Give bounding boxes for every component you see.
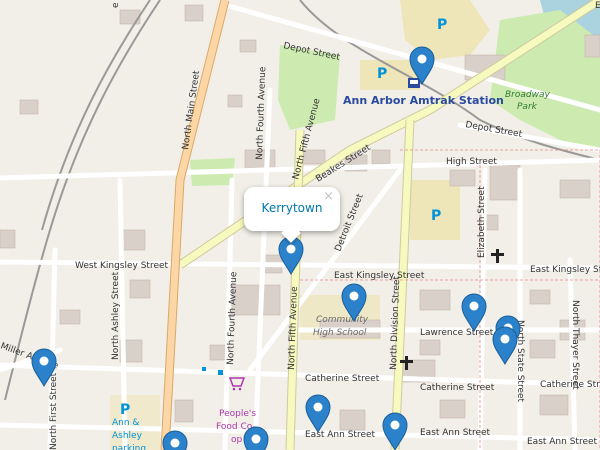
bottom-marker-1[interactable] bbox=[243, 426, 269, 450]
label-edge-left: e bbox=[111, 2, 121, 8]
parking-icon: P bbox=[437, 17, 447, 33]
label-ann-ashley-1: Ann & bbox=[112, 418, 139, 428]
label-food-coop-1: People's bbox=[219, 409, 256, 419]
label-catherine-1: Catherine Street bbox=[305, 374, 380, 384]
label-north-first: North First Street bbox=[49, 372, 59, 450]
label-ann-ashley-3: parking bbox=[112, 444, 146, 450]
bus-stop-icon bbox=[202, 367, 206, 371]
label-amtrak-station: Ann Arbor Amtrak Station bbox=[343, 94, 504, 107]
label-east-kingsley: East Kingsley Street bbox=[334, 271, 425, 281]
label-west-kingsley: West Kingsley Street bbox=[75, 261, 169, 271]
label-north-thayer: North Thayer Street bbox=[570, 300, 580, 390]
label-ann-ashley-2: Ashley bbox=[112, 431, 143, 441]
label-catherine-2: Catherine Street bbox=[420, 383, 495, 393]
popup-close-button[interactable]: × bbox=[323, 189, 334, 204]
label-school-1: Community bbox=[316, 315, 369, 325]
parking-icon: P bbox=[431, 208, 441, 224]
label-catherine-3: Catherine Street bbox=[540, 380, 600, 390]
label-east-ann-3: East Ann Street bbox=[527, 437, 598, 447]
label-broadway-park-1: Broadway bbox=[505, 90, 550, 100]
label-high-street: High Street bbox=[446, 157, 497, 167]
label-edge-right: E bbox=[595, 1, 600, 11]
label-lawrence: Lawrence Street bbox=[420, 328, 494, 338]
map-view[interactable]: Depot Street Depot Street North Main Str… bbox=[0, 0, 600, 450]
bus-stop-icon bbox=[218, 370, 223, 375]
label-school-2: High School bbox=[313, 328, 367, 338]
label-east-ann-1: East Ann Street bbox=[305, 430, 376, 440]
label-east-ann-2: East Ann Street bbox=[420, 428, 491, 438]
marker-popup: Kerrytown × bbox=[244, 187, 340, 231]
label-broadway-park-2: Park bbox=[517, 102, 538, 112]
label-north-ashley: North Ashley Street bbox=[111, 271, 121, 360]
parking-icon: P bbox=[120, 402, 130, 418]
label-east-kingsley-2: East Kingsley Street bbox=[530, 265, 600, 275]
label-food-coop-3: op bbox=[231, 435, 243, 445]
label-elizabeth: Elizabeth Street bbox=[477, 186, 487, 258]
train-station-icon bbox=[408, 78, 420, 88]
parking-icon: P bbox=[377, 66, 387, 82]
bottom-marker-2[interactable] bbox=[162, 430, 188, 450]
